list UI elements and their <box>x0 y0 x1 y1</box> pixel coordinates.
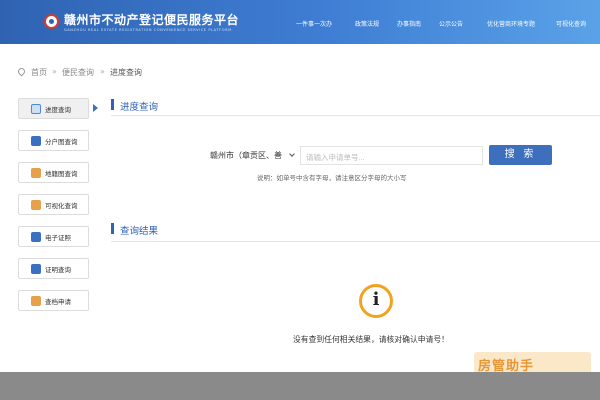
floor-plan-icon <box>31 136 41 146</box>
search-hint: 说明：如单号中含有字母，请注意区分字母的大小写 <box>257 174 407 182</box>
section-accent-bar <box>111 223 114 234</box>
sidebar-item-label: 地籍图查询 <box>45 170 78 178</box>
progress-section-title: 进度查询 <box>120 102 159 113</box>
sidebar-item-progress-query[interactable]: 进度查询 <box>18 98 89 119</box>
section-accent-bar <box>111 99 114 110</box>
nav-item-policy[interactable]: 政策法规 <box>355 19 379 28</box>
certificate-query-icon <box>31 264 41 274</box>
breadcrumb-separator-icon: » <box>100 67 105 76</box>
section-divider <box>111 241 600 242</box>
sidebar-item-label: 查档申请 <box>45 298 71 306</box>
emblem-icon <box>44 14 59 29</box>
info-glyph: i <box>372 289 380 310</box>
sidebar-item-floor-plan[interactable]: 分户图查询 <box>18 130 89 151</box>
city-district-select[interactable]: 赣州市（章贡区、善 <box>210 146 298 165</box>
active-indicator-arrow-icon <box>93 104 98 112</box>
nav-item-one-thing[interactable]: 一件事一次办 <box>296 19 332 28</box>
sidebar-item-visual-query[interactable]: 可视化查询 <box>18 194 89 215</box>
sidebar-item-label: 分户图查询 <box>45 138 78 146</box>
sidebar-item-label: 可视化查询 <box>45 202 78 210</box>
nav-item-announcements[interactable]: 公示公告 <box>439 19 463 28</box>
breadcrumb-current: 进度查询 <box>110 68 142 77</box>
progress-query-icon <box>31 104 41 114</box>
application-number-input[interactable] <box>300 146 483 165</box>
no-result-message: 没有查到任何相关结果，请核对确认申请号！ <box>293 335 449 344</box>
site-subtitle: GANZHOU REAL ESTATE REGISTRATION CONVENI… <box>64 28 232 32</box>
sidebar-item-archive-request[interactable]: 查档申请 <box>18 290 89 311</box>
nav-item-visual-query[interactable]: 可视化查询 <box>556 19 586 28</box>
cadastral-map-icon <box>31 168 41 178</box>
sidebar-item-certificate-query[interactable]: 证明查询 <box>18 258 89 279</box>
site-header: 赣州市不动产登记便民服务平台 GANZHOU REAL ESTATE REGIS… <box>0 0 600 44</box>
sidebar-item-label: 进度查询 <box>45 106 71 114</box>
visual-query-icon <box>31 200 41 210</box>
nav-item-business-environment[interactable]: 优化营商环境专题 <box>487 19 535 28</box>
info-icon: i <box>359 284 393 318</box>
nav-item-guide[interactable]: 办事指南 <box>397 19 421 28</box>
search-button[interactable]: 搜 索 <box>489 145 552 165</box>
result-section-title: 查询结果 <box>120 226 159 237</box>
page-footer <box>0 372 600 400</box>
sidebar-item-label: 电子证照 <box>45 234 71 242</box>
archive-request-icon <box>31 296 41 306</box>
location-pin-icon <box>16 66 27 77</box>
site-title: 赣州市不动产登记便民服务平台 <box>64 13 240 27</box>
sidebar-item-cadastral-map[interactable]: 地籍图查询 <box>18 162 89 183</box>
sidebar-item-e-license[interactable]: 电子证照 <box>18 226 89 247</box>
section-divider <box>111 115 600 116</box>
e-license-icon <box>31 232 41 242</box>
breadcrumb-convenience-query[interactable]: 便民查询 <box>62 67 94 78</box>
breadcrumb-separator-icon: » <box>52 67 57 76</box>
sidebar-item-label: 证明查询 <box>45 266 71 274</box>
breadcrumb-home[interactable]: 首页 <box>31 67 47 78</box>
